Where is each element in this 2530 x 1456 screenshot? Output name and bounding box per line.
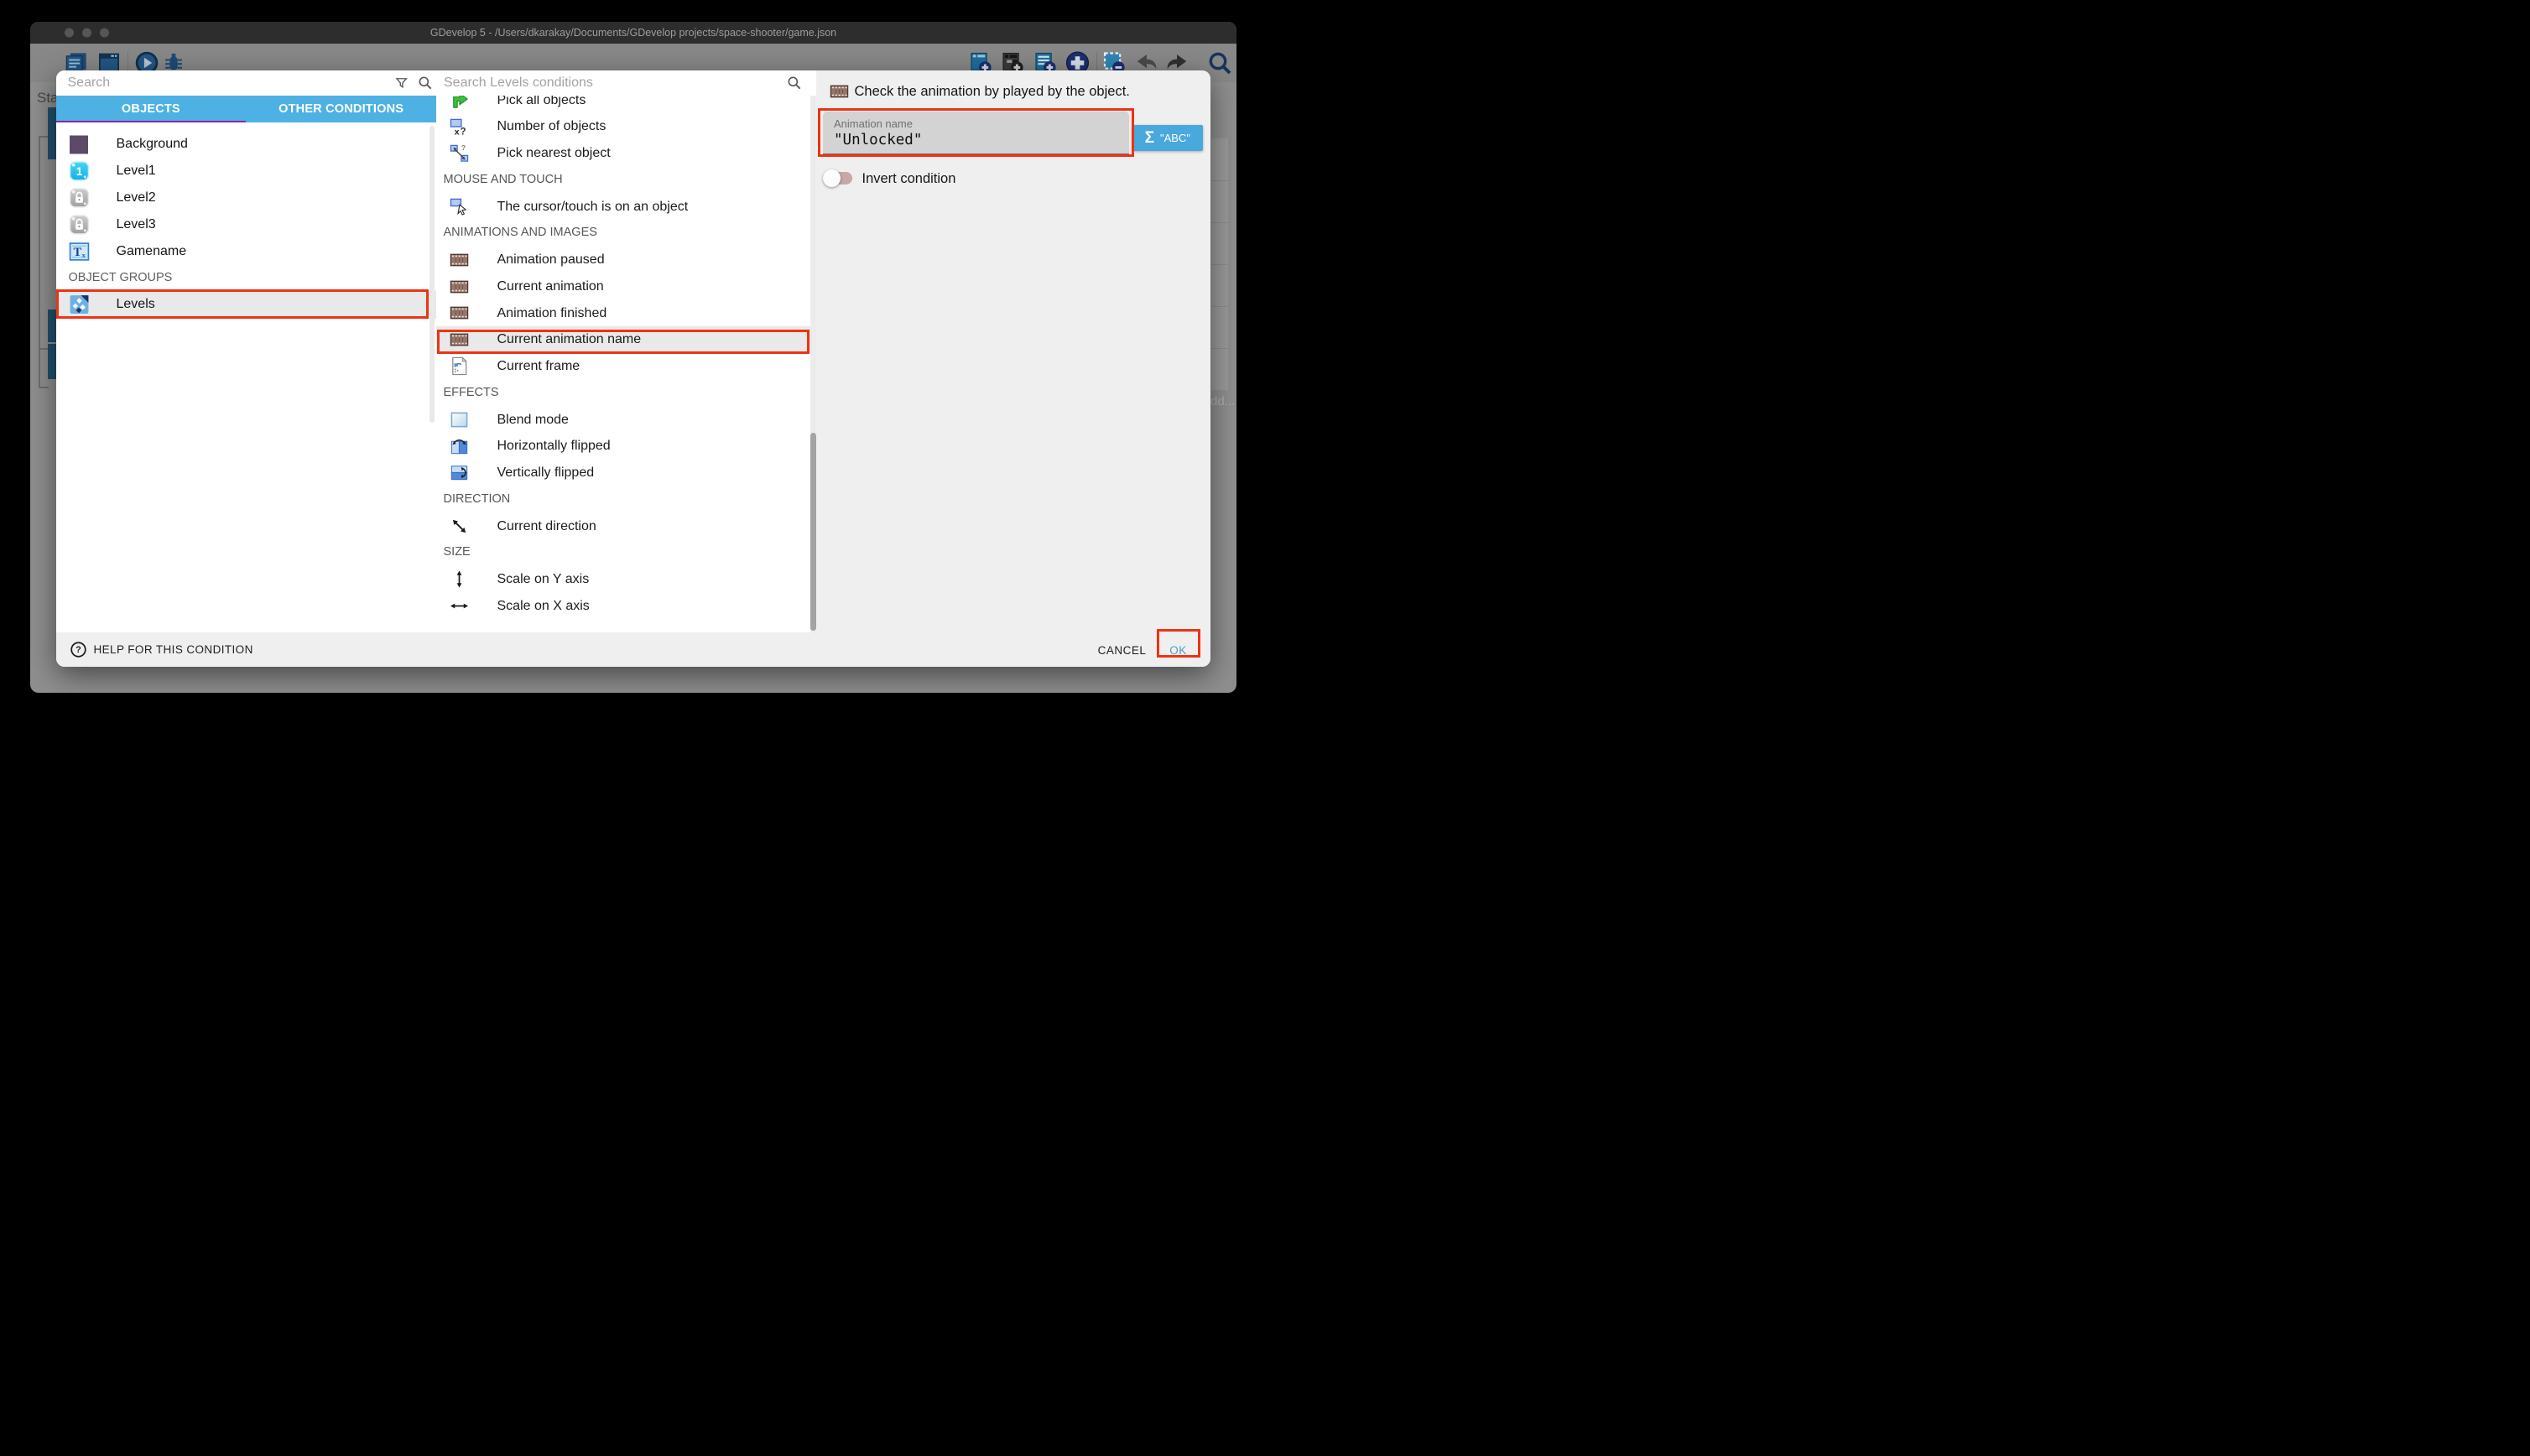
pick-all-objects-icon [450, 96, 469, 110]
object-row-background[interactable]: Background [56, 131, 437, 158]
events-bracket-line [39, 387, 49, 388]
svg-text:T: T [73, 246, 81, 259]
film-icon [450, 277, 469, 296]
search-icon [417, 75, 434, 91]
condition-row-blend-mode[interactable]: Blend mode [436, 407, 810, 434]
help-for-condition-button[interactable]: ? HELP FOR THIS CONDITION [70, 641, 253, 658]
film-icon [450, 304, 469, 323]
cursor-on-object-icon [450, 197, 469, 216]
objects-search-input[interactable]: Search [56, 70, 437, 96]
condition-row-animation-paused[interactable]: Animation paused [436, 247, 810, 273]
condition-row-pick-all-objects[interactable]: Pick all objects [436, 96, 810, 113]
expression-editor-button[interactable]: Σ "ABC" [1132, 125, 1203, 151]
condition-row-the-cursor-touch-is-on-an-object[interactable]: The cursor/touch is on an object [436, 194, 810, 221]
condition-row-current-animation-name[interactable]: Current animation name [436, 326, 810, 353]
event-block [48, 107, 56, 159]
sigma-icon: Σ [1145, 129, 1154, 148]
events-bracket-line [39, 136, 40, 387]
diagonal-arrow-icon [450, 517, 469, 536]
level1-badge-icon: 1 [69, 161, 90, 182]
objects-list-scrollbar[interactable] [429, 126, 435, 423]
object-group-icon [69, 294, 90, 315]
condition-row-vertically-flipped[interactable]: Vertically flipped [436, 460, 810, 486]
svg-text:x: x [81, 251, 86, 259]
condition-row-number-of-objects[interactable]: x? Number of objects [436, 113, 810, 140]
help-icon: ? [70, 641, 87, 658]
condition-row-pick-nearest-object[interactable]: ? Pick nearest object [436, 140, 810, 167]
condition-row-horizontally-flipped[interactable]: Horizontally flipped [436, 433, 810, 460]
toggle-knob [823, 169, 841, 187]
screenshot-stage: GDevelop 5 - /Users/dkarakay/Documents/G… [0, 0, 1265, 728]
condition-config-content: Check the animation by played by the obj… [816, 70, 1210, 632]
pick-nearest-object-icon: ? [450, 143, 469, 163]
objects-search-placeholder: Search [68, 70, 111, 96]
animation-name-label: Animation name [834, 117, 913, 130]
film-icon [450, 330, 469, 350]
conditions-search-placeholder: Search Levels conditions [444, 70, 593, 96]
cancel-button[interactable]: CANCEL [1091, 637, 1154, 662]
flip-horizontal-icon [450, 437, 469, 456]
film-icon [830, 82, 849, 101]
object-row-level3[interactable]: Level3 [56, 211, 437, 238]
condition-row-current-direction[interactable]: Current direction [436, 513, 810, 540]
object-groups-header: OBJECT GROUPS [69, 265, 421, 290]
help-label: HELP FOR THIS CONDITION [94, 643, 253, 656]
condition-chooser-dialog: Search OBJECTS OTHER CONDITIONS Backgrou… [56, 70, 1210, 667]
window-title: GDevelop 5 - /Users/dkarakay/Documents/G… [30, 22, 1236, 44]
titlebar: GDevelop 5 - /Users/dkarakay/Documents/G… [30, 22, 1236, 44]
filter-icon[interactable] [394, 75, 409, 91]
background-add-button-text: dd... [1210, 394, 1235, 408]
svg-text:?: ? [460, 127, 466, 137]
condition-row-scale-on-x-axis[interactable]: Scale on X axis [436, 593, 810, 620]
condition-description: Check the animation by played by the obj… [823, 81, 1205, 102]
condition-row-scale-on-y-axis[interactable]: Scale on Y axis [436, 566, 810, 593]
object-row-level1[interactable]: 1 Level1 [56, 158, 437, 185]
conditions-section-header: ANIMATIONS AND IMAGES [444, 220, 804, 247]
conditions-list: Pick all objects x? Number of objects ? … [436, 96, 810, 632]
background-objects-panel [1211, 138, 1228, 390]
background-swatch-icon [69, 134, 90, 155]
conditions-section-header: EFFECTS [444, 380, 804, 407]
animation-name-field[interactable]: Animation name "Unlocked" [823, 112, 1129, 155]
svg-text:?: ? [75, 645, 81, 655]
abc-string-label: "ABC" [1160, 132, 1190, 144]
conditions-search-input[interactable]: Search Levels conditions [436, 70, 810, 96]
vertical-arrow-icon [450, 569, 469, 589]
search-icon[interactable] [1206, 49, 1233, 76]
number-of-objects-icon: x? [450, 117, 469, 137]
event-block [48, 344, 56, 379]
active-tab-indicator [56, 121, 247, 123]
film-icon [450, 250, 469, 269]
object-row-level2[interactable]: Level2 [56, 185, 437, 211]
ok-button[interactable]: OK [1162, 637, 1195, 662]
text-object-icon: Tx [69, 242, 90, 263]
svg-text:?: ? [461, 144, 466, 153]
object-row-gamename[interactable]: Tx Gamename [56, 238, 437, 265]
conditions-section-header: MOUSE AND TOUCH [444, 167, 804, 194]
condition-row-current-animation[interactable]: Current animation [436, 273, 810, 300]
invert-condition-toggle[interactable] [825, 165, 858, 192]
locked-badge-icon [69, 188, 90, 209]
animation-name-value: "Unlocked" [834, 132, 922, 148]
condition-row-current-frame[interactable]: Current frame [436, 353, 810, 380]
tab-objects[interactable]: OBJECTS [56, 96, 247, 122]
frame-document-icon [450, 356, 469, 376]
conditions-section-header: DIRECTION [444, 486, 804, 513]
tab-other-conditions[interactable]: OTHER CONDITIONS [246, 96, 436, 122]
condition-row-animation-finished[interactable]: Animation finished [436, 300, 810, 327]
svg-text:1: 1 [75, 165, 82, 178]
event-block [48, 309, 56, 342]
locked-badge-icon [69, 215, 90, 236]
group-row-levels[interactable]: Levels [56, 290, 437, 319]
conditions-section-header: SIZE [444, 539, 804, 566]
blend-mode-icon [450, 410, 469, 429]
dialog-footer: ? HELP FOR THIS CONDITION CANCEL OK [56, 632, 1210, 667]
flip-vertical-icon [450, 463, 469, 482]
invert-condition-label: Invert condition [862, 165, 956, 192]
condition-source-tabs: OBJECTS OTHER CONDITIONS [56, 96, 437, 122]
search-icon [786, 75, 803, 91]
horizontal-arrow-icon [450, 596, 469, 616]
svg-text:x: x [455, 127, 460, 137]
